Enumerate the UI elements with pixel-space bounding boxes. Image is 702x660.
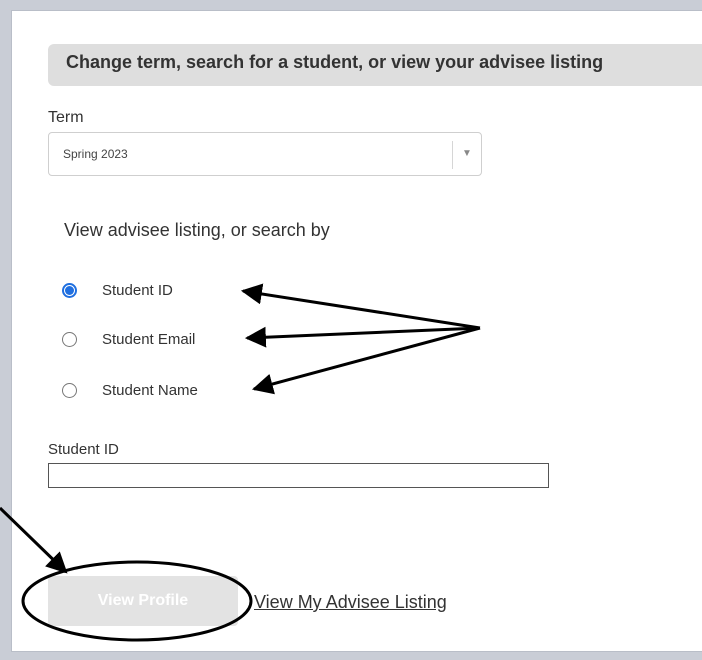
search-by-label: View advisee listing, or search by: [64, 220, 330, 240]
radio-option-student-name[interactable]: Student Name: [62, 382, 198, 399]
radio-button[interactable]: [62, 383, 77, 398]
radio-label: Student ID: [102, 282, 173, 299]
radio-option-student-id[interactable]: Student ID: [62, 282, 173, 299]
student-id-label: Student ID: [48, 441, 119, 458]
radio-button[interactable]: [62, 332, 77, 347]
header-title: Change term, search for a student, or vi…: [66, 52, 604, 72]
view-advisee-listing-link[interactable]: View My Advisee Listing: [254, 592, 447, 613]
term-select[interactable]: Spring 2023 ▼: [48, 132, 482, 176]
radio-button-checked[interactable]: [62, 283, 77, 298]
radio-label: Student Name: [102, 382, 198, 399]
view-profile-button[interactable]: View Profile: [48, 576, 238, 626]
chevron-down-icon[interactable]: ▼: [462, 148, 472, 159]
term-label: Term: [48, 109, 84, 126]
select-divider: [452, 141, 453, 169]
student-id-input[interactable]: [48, 463, 549, 488]
radio-label: Student Email: [102, 331, 196, 348]
radio-option-student-email[interactable]: Student Email: [62, 331, 195, 348]
radio-dot: [65, 286, 74, 295]
term-selected-value: Spring 2023: [63, 147, 128, 161]
